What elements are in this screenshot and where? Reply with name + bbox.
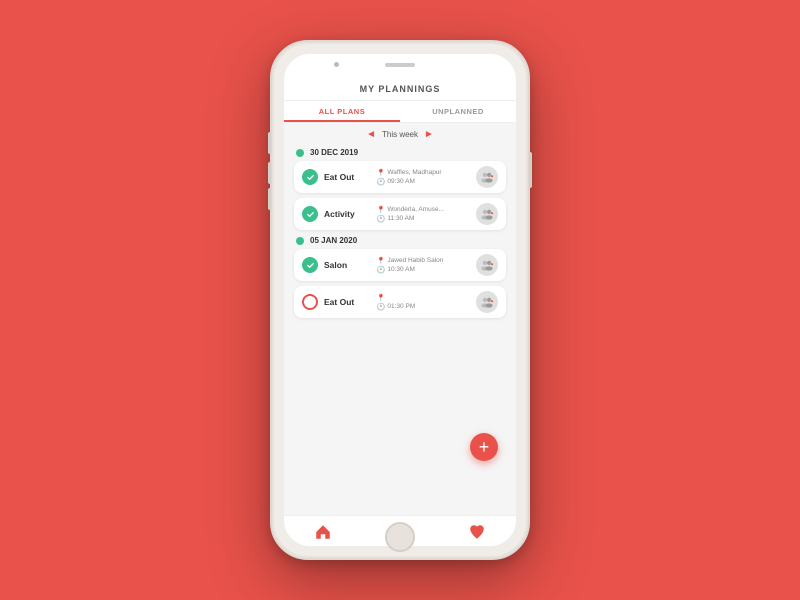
next-week-button[interactable]: ► xyxy=(424,129,434,140)
plan-name-eat-out-2: Eat Out xyxy=(324,297,371,307)
date-label-2: 05 JAN 2020 xyxy=(294,236,506,245)
speaker xyxy=(385,63,415,67)
time-row-salon: 🕐 10:30 AM xyxy=(377,266,470,274)
week-nav: ◄ This week ► xyxy=(284,123,516,144)
time-text-activity: 11:30 AM xyxy=(387,215,414,222)
date-dot-1 xyxy=(296,149,304,157)
location-icon-activity: 📍 xyxy=(377,206,386,214)
time-icon-salon: 🕐 xyxy=(377,266,386,274)
location-icon-eat-out-2: 📍 xyxy=(377,294,386,302)
plans-scroll-area[interactable]: 30 DEC 2019 Eat Out 📍 xyxy=(284,144,516,515)
home-button[interactable] xyxy=(385,522,415,552)
check-icon-empty-eat-out-2 xyxy=(302,294,318,310)
plan-card-activity[interactable]: Activity 📍 Wonderla, Amuse... 🕐 11:30 AM xyxy=(294,198,506,230)
week-label: This week xyxy=(382,130,418,139)
fab-add-button[interactable]: + xyxy=(470,433,498,461)
date-label-1: 30 DEC 2019 xyxy=(294,148,506,157)
date-section-2: 05 JAN 2020 Salon 📍 xyxy=(294,236,506,318)
time-text-eat-out-2: 01:30 PM xyxy=(387,303,415,310)
app-header: MY PLANNINGS xyxy=(284,76,516,101)
location-row-eat-out-2: 📍 xyxy=(377,294,470,302)
location-icon-salon: 📍 xyxy=(377,257,386,265)
time-text-salon: 10:30 AM xyxy=(387,266,414,273)
time-icon: 🕐 xyxy=(377,178,386,186)
tab-unplanned[interactable]: UNPLANNED xyxy=(400,101,516,122)
app-title: MY PLANNINGS xyxy=(298,84,502,94)
location-text-eat-out-1: Waffles, Madhapur xyxy=(387,169,441,176)
location-row-salon: 📍 Jawed Habib Salon xyxy=(377,257,470,265)
location-row-eat-out-1: 📍 Waffles, Madhapur xyxy=(377,169,470,177)
location-text-salon: Jawed Habib Salon xyxy=(387,257,443,264)
phone-screen: MY PLANNINGS ALL PLANS UNPLANNED ◄ This … xyxy=(284,54,516,546)
time-row-eat-out-2: 🕐 01:30 PM xyxy=(377,303,470,311)
tab-all-plans[interactable]: ALL PLANS xyxy=(284,101,400,122)
date-text-2: 05 JAN 2020 xyxy=(310,236,357,245)
avatar-eat-out-1: + xyxy=(476,166,498,188)
check-icon-eat-out-1 xyxy=(302,169,318,185)
avatar-activity: + xyxy=(476,203,498,225)
check-icon-activity xyxy=(302,206,318,222)
prev-week-button[interactable]: ◄ xyxy=(366,129,376,140)
plan-meta-activity: 📍 Wonderla, Amuse... 🕐 11:30 AM xyxy=(377,206,470,223)
plan-name-salon: Salon xyxy=(324,260,371,270)
time-icon-activity: 🕐 xyxy=(377,215,386,223)
time-row-eat-out-1: 🕐 09:30 AM xyxy=(377,178,470,186)
time-row-activity: 🕐 11:30 AM xyxy=(377,215,470,223)
plan-card-eat-out-2[interactable]: Eat Out 📍 🕐 01:30 PM xyxy=(294,286,506,318)
time-text-eat-out-1: 09:30 AM xyxy=(387,178,414,185)
date-section-1: 30 DEC 2019 Eat Out 📍 xyxy=(294,148,506,230)
plan-meta-salon: 📍 Jawed Habib Salon 🕐 10:30 AM xyxy=(377,257,470,274)
plan-card-eat-out-1[interactable]: Eat Out 📍 Waffles, Madhapur 🕐 09:30 AM xyxy=(294,161,506,193)
status-bar xyxy=(284,54,516,76)
location-text-activity: Wonderla, Amuse... xyxy=(387,206,444,213)
plan-meta-eat-out-2: 📍 🕐 01:30 PM xyxy=(377,294,470,311)
date-dot-2 xyxy=(296,237,304,245)
plan-meta-eat-out-1: 📍 Waffles, Madhapur 🕐 09:30 AM xyxy=(377,169,470,186)
time-icon-eat-out-2: 🕐 xyxy=(377,303,386,311)
location-row-activity: 📍 Wonderla, Amuse... xyxy=(377,206,470,214)
check-icon-salon xyxy=(302,257,318,273)
plan-name-eat-out-1: Eat Out xyxy=(324,172,371,182)
camera-dot xyxy=(334,62,339,67)
nav-home-button[interactable] xyxy=(313,522,333,542)
plan-name-activity: Activity xyxy=(324,209,371,219)
tab-bar: ALL PLANS UNPLANNED xyxy=(284,101,516,123)
phone-mockup: MY PLANNINGS ALL PLANS UNPLANNED ◄ This … xyxy=(270,40,530,560)
avatar-eat-out-2: + xyxy=(476,291,498,313)
fab-plus-icon: + xyxy=(479,438,490,456)
nav-favorites-button[interactable] xyxy=(467,522,487,542)
plan-card-salon[interactable]: Salon 📍 Jawed Habib Salon 🕐 10:30 AM xyxy=(294,249,506,281)
app-content: MY PLANNINGS ALL PLANS UNPLANNED ◄ This … xyxy=(284,76,516,546)
location-icon: 📍 xyxy=(377,169,386,177)
avatar-salon: + xyxy=(476,254,498,276)
date-text-1: 30 DEC 2019 xyxy=(310,148,358,157)
